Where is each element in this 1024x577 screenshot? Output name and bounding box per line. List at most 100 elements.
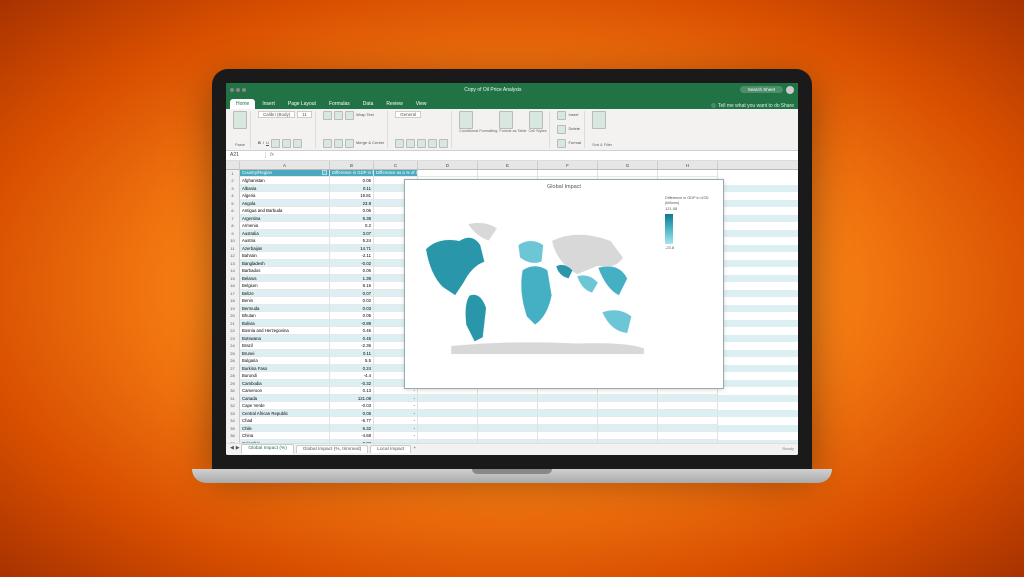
column-header[interactable]: H [658, 161, 718, 169]
format-table-icon[interactable] [499, 111, 513, 129]
data-cell[interactable]: Canada [240, 395, 330, 403]
data-cell[interactable]: Bahrain [240, 252, 330, 260]
empty-cell[interactable] [478, 170, 538, 178]
data-cell[interactable]: Albania [240, 185, 330, 193]
row-header[interactable]: 27 [226, 365, 240, 373]
align-left-icon[interactable] [323, 139, 332, 148]
empty-cell[interactable] [478, 440, 538, 443]
column-header[interactable]: G [598, 161, 658, 169]
data-cell[interactable]: 0.06 [330, 177, 374, 185]
comma-icon[interactable] [417, 139, 426, 148]
row-header[interactable]: 31 [226, 395, 240, 403]
align-bottom-icon[interactable] [345, 111, 354, 120]
data-cell[interactable]: - [374, 395, 418, 403]
data-cell[interactable]: -0.89 [330, 320, 374, 328]
row-header[interactable]: 23 [226, 335, 240, 343]
row-header[interactable]: 33 [226, 410, 240, 418]
row-header[interactable]: 19 [226, 305, 240, 313]
data-cell[interactable]: Cape Verde [240, 402, 330, 410]
empty-cell[interactable] [598, 395, 658, 403]
row-header[interactable]: 14 [226, 267, 240, 275]
row-header[interactable]: 25 [226, 350, 240, 358]
row-header[interactable]: 36 [226, 432, 240, 440]
data-cell[interactable]: 0.46 [330, 327, 374, 335]
name-box[interactable]: A21 [226, 152, 266, 158]
data-cell[interactable]: Cameroon [240, 387, 330, 395]
data-cell[interactable]: -0.32 [330, 380, 374, 388]
number-format-select[interactable]: General [395, 111, 421, 118]
empty-cell[interactable] [418, 417, 478, 425]
tab-formulas[interactable]: Formulas [323, 99, 356, 109]
data-cell[interactable]: Algeria [240, 192, 330, 200]
font-size-select[interactable]: 11 [297, 111, 312, 118]
data-cell[interactable]: Belgium [240, 282, 330, 290]
search-input[interactable]: Search Sheet [740, 86, 783, 93]
data-cell[interactable]: 5.24 [330, 237, 374, 245]
data-cell[interactable]: Azerbaijan [240, 245, 330, 253]
data-cell[interactable]: 0.05 [330, 410, 374, 418]
data-cell[interactable]: 0.24 [330, 365, 374, 373]
data-cell[interactable]: -2.36 [330, 342, 374, 350]
paste-icon[interactable] [233, 111, 247, 129]
percent-icon[interactable] [406, 139, 415, 148]
data-cell[interactable]: 0.11 [330, 350, 374, 358]
empty-cell[interactable] [478, 425, 538, 433]
inc-decimal-icon[interactable] [428, 139, 437, 148]
row-header[interactable]: 24 [226, 342, 240, 350]
column-header[interactable]: F [538, 161, 598, 169]
row-header[interactable]: 5 [226, 200, 240, 208]
table-header-cell[interactable]: Country/Region [240, 170, 330, 178]
data-cell[interactable]: Barbados [240, 267, 330, 275]
data-cell[interactable]: Chad [240, 417, 330, 425]
row-header[interactable]: 28 [226, 372, 240, 380]
empty-cell[interactable] [478, 432, 538, 440]
delete-cells-icon[interactable] [557, 125, 566, 134]
data-cell[interactable]: Cambodia [240, 380, 330, 388]
empty-cell[interactable] [418, 425, 478, 433]
underline-button[interactable]: U [266, 141, 269, 146]
italic-button[interactable]: I [263, 141, 264, 146]
data-cell[interactable]: -4.4 [330, 372, 374, 380]
data-cell[interactable]: Antigua and Barbuda [240, 207, 330, 215]
empty-cell[interactable] [598, 170, 658, 178]
row-header[interactable]: 17 [226, 290, 240, 298]
row-header[interactable]: 8 [226, 222, 240, 230]
row-header[interactable]: 22 [226, 327, 240, 335]
data-cell[interactable]: Brazil [240, 342, 330, 350]
data-cell[interactable]: 6.32 [330, 425, 374, 433]
share-button[interactable]: Share [781, 103, 794, 109]
data-cell[interactable]: -2.11 [330, 252, 374, 260]
table-header-cell[interactable]: Difference as a % of GDP [374, 170, 418, 178]
data-cell[interactable]: Australia [240, 230, 330, 238]
empty-cell[interactable] [538, 410, 598, 418]
align-middle-icon[interactable] [334, 111, 343, 120]
data-cell[interactable]: Armenia [240, 222, 330, 230]
empty-cell[interactable] [658, 425, 718, 433]
data-cell[interactable]: - [374, 440, 418, 443]
row-header[interactable]: 15 [226, 275, 240, 283]
empty-cell[interactable] [598, 417, 658, 425]
data-cell[interactable]: Botswana [240, 335, 330, 343]
data-cell[interactable]: 14.71 [330, 245, 374, 253]
data-cell[interactable]: 8.16 [330, 282, 374, 290]
wrap-text-button[interactable]: Wrap Text [356, 113, 374, 118]
sheet-tab-2[interactable]: Global Impact (%, trimmed) [296, 445, 368, 454]
data-cell[interactable]: -0.03 [330, 402, 374, 410]
empty-cell[interactable] [598, 432, 658, 440]
data-cell[interactable]: Argentina [240, 215, 330, 223]
row-header[interactable]: 35 [226, 425, 240, 433]
row-header[interactable]: 6 [226, 207, 240, 215]
empty-cell[interactable] [658, 170, 718, 178]
data-cell[interactable]: - [374, 425, 418, 433]
data-cell[interactable]: Colombia [240, 440, 330, 443]
data-cell[interactable]: Brunei [240, 350, 330, 358]
data-cell[interactable]: 0.2 [330, 222, 374, 230]
row-header[interactable]: 21 [226, 320, 240, 328]
row-header[interactable]: 2 [226, 177, 240, 185]
data-cell[interactable]: 0.11 [330, 185, 374, 193]
data-cell[interactable]: 3.07 [330, 230, 374, 238]
data-cell[interactable]: 19.81 [330, 192, 374, 200]
empty-cell[interactable] [538, 395, 598, 403]
column-header[interactable]: E [478, 161, 538, 169]
data-cell[interactable]: - [374, 410, 418, 418]
